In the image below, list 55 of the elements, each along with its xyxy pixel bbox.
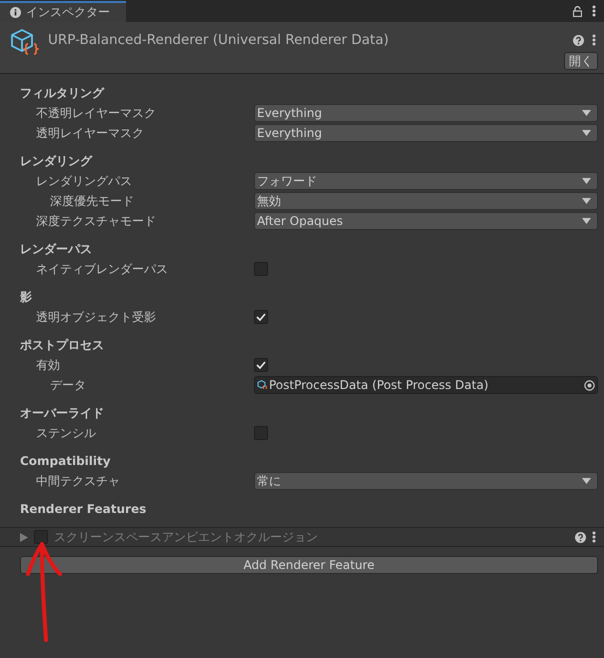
section-header: Renderer Features: [20, 502, 146, 516]
property-label: ステンシル: [36, 426, 96, 440]
feature-name: スクリーンスペースアンビエントオクルージョン: [54, 528, 319, 546]
property-label: レンダリングパス: [36, 174, 132, 188]
more-icon[interactable]: [592, 34, 596, 46]
dropdown-arrow-icon: [582, 178, 591, 184]
dropdown[interactable]: Everything: [254, 104, 598, 122]
property-label: 深度テクスチャモード: [36, 214, 156, 228]
asset-title: URP-Balanced-Renderer (Universal Renderer Data): [48, 31, 390, 50]
dropdown-arrow-icon: [582, 198, 591, 204]
more-icon[interactable]: [592, 5, 596, 17]
checkbox[interactable]: [34, 530, 48, 544]
property-label: 深度優先モード: [50, 194, 134, 208]
lock-icon[interactable]: [573, 6, 582, 16]
section-header: オーバーライド: [20, 406, 104, 420]
help-icon[interactable]: [573, 34, 584, 46]
checkmark-icon: [256, 313, 266, 321]
section-header: Compatibility: [20, 454, 111, 468]
property-label: 中間テクスチャ: [36, 474, 120, 488]
target-icon[interactable]: [584, 380, 595, 390]
dropdown-arrow-icon: [582, 110, 591, 116]
inspector-tab[interactable]: インスペクター: [0, 1, 126, 22]
more-icon[interactable]: [592, 531, 596, 543]
dropdown[interactable]: Everything: [254, 124, 598, 142]
property-label: ネイティブレンダーパス: [36, 262, 168, 276]
expand-arrow-icon[interactable]: [20, 532, 28, 542]
checkmark-icon: [256, 361, 266, 369]
dropdown[interactable]: 常に: [254, 472, 598, 490]
property-label: 透明レイヤーマスク: [36, 126, 144, 140]
property-label: データ: [50, 378, 86, 392]
object-field[interactable]: PostProcessData (Post Process Data): [254, 376, 598, 394]
renderer-feature-row[interactable]: スクリーンスペースアンビエントオクルージョン: [0, 527, 604, 547]
dropdown-arrow-icon: [582, 130, 591, 136]
open-button[interactable]: 開く: [564, 52, 598, 70]
checkbox[interactable]: [254, 358, 268, 372]
section-header: ポストプロセス: [20, 338, 104, 352]
add-renderer-feature-button[interactable]: Add Renderer Feature: [20, 556, 598, 574]
info-icon: [10, 7, 21, 18]
dropdown[interactable]: フォワード: [254, 172, 598, 190]
property-label: 不透明レイヤーマスク: [36, 106, 156, 120]
dropdown[interactable]: After Opaques: [254, 212, 598, 230]
property-label: 透明オブジェクト受影: [36, 310, 156, 324]
section-header: レンダリング: [20, 154, 92, 168]
dropdown-arrow-icon: [582, 218, 591, 224]
checkbox[interactable]: [254, 426, 268, 440]
cube-script-icon: [257, 380, 268, 390]
help-icon[interactable]: [575, 532, 586, 542]
dropdown-arrow-icon: [582, 478, 591, 484]
dropdown[interactable]: 無効: [254, 192, 598, 210]
checkbox[interactable]: [254, 310, 268, 324]
section-header: 影: [20, 290, 32, 304]
section-header: レンダーパス: [20, 242, 92, 256]
checkbox[interactable]: [254, 262, 268, 276]
property-label: 有効: [36, 358, 60, 372]
section-header: フィルタリング: [20, 86, 104, 100]
